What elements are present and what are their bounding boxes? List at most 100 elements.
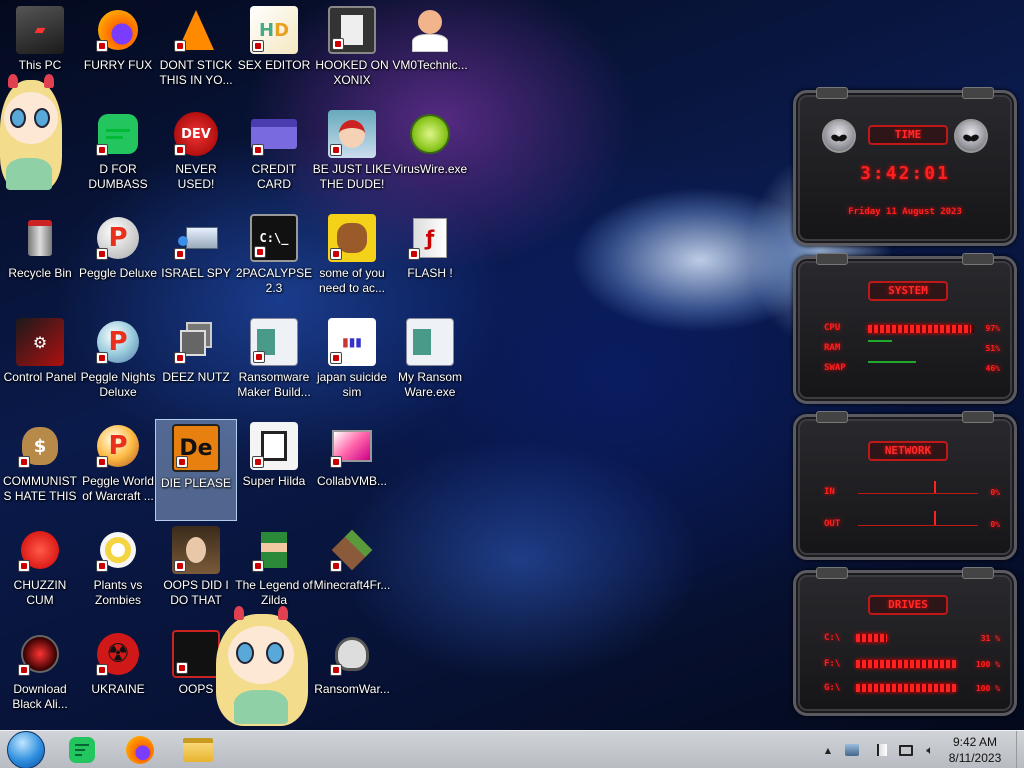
credit-card-icon [250,110,298,158]
drive-c-bar [856,634,956,642]
desktop-icon-download-black-alien[interactable]: Download Black Ali... [0,626,80,726]
money-bag-icon: $ [16,422,64,470]
desktop-icon-my-ransom-ware[interactable]: My Ransom Ware.exe [390,314,470,414]
desktop-icon-peggle-deluxe[interactable]: P Peggle Deluxe [78,210,158,310]
net-out-label: OUT [824,519,841,529]
drive-g-value: 100 % [975,684,1000,693]
desktop[interactable]: ▰ This PC Recycle Bin ⚙ Control Panel $ … [0,0,1024,730]
desktop-icon-2pacalypse[interactable]: C:\_ 2PACALYPSE 2.3 [234,210,314,310]
desktop-icon-d-for-dumbass[interactable]: D FOR DUMBASS [78,106,158,206]
hxd-editor-icon: HD [250,6,298,54]
desktop-icon-label: Control Panel [3,370,77,384]
action-center-flag-icon[interactable] [874,742,890,758]
desktop-icon-be-just-like-the-dude[interactable]: BE JUST LIKE THE DUDE! [312,106,392,206]
alien-head-icon [822,119,856,153]
start-button[interactable] [7,731,45,768]
desktop-icon-communists[interactable]: $ COMMUNISTS HATE THIS G... [0,418,80,518]
desktop-icon-japan-suicide-sim[interactable]: ▮ ▮▮ japan suicide sim [312,314,392,414]
alien-red-icon [16,630,64,678]
clock-date: 8/11/2023 [948,751,1002,765]
desktop-icon-israel-spy[interactable]: ISRAEL SPY [156,210,236,310]
desktop-icon-flash[interactable]: ƒ FLASH ! [390,210,470,310]
dog-icon [328,214,376,262]
firefox-icon [94,6,142,54]
network-panel-title: NETWORK [868,441,948,461]
show-desktop-button[interactable] [1016,731,1024,768]
net-out-graph [858,525,978,526]
desktop-icon-viruswire[interactable]: VirusWire.exe [390,106,470,206]
desktop-icon-collabvm[interactable]: CollabVMB... [312,418,392,518]
tray-overflow-chevron[interactable]: ▲ [820,742,836,758]
desktop-icon-label: Minecraft4Fr... [313,578,391,592]
stacked-windows-icon [172,318,220,366]
time-panel-title: TIME [868,125,948,145]
taskbar-file-explorer[interactable] [178,733,218,767]
desktop-icon-control-panel[interactable]: ⚙ Control Panel [0,314,80,414]
file-explorer-icon [183,738,213,762]
xonix-game-icon [328,6,376,54]
desktop-icon-label: Peggle Deluxe [78,266,158,280]
desktop-icon-label: My Ransom Ware.exe [397,370,462,399]
swap-graph [868,361,916,363]
desktop-icon-peggle-wow[interactable]: P Peggle World of Warcraft ... [78,418,158,518]
desktop-icon-peggle-nights[interactable]: P Peggle Nights Deluxe [78,314,158,414]
drive-g-bar [856,684,956,692]
firefox-icon [126,736,154,764]
terminal-icon: C:\_ [250,214,298,262]
drives-panel: DRIVES C:\ 31 % F:\ 100 % G:\ 100 % [793,567,1017,716]
cpu-bar-fill [868,325,971,333]
desktop-icon-credit-card-checker[interactable]: CREDIT CARD CHECKER [234,106,314,206]
desktop-icon-vm0technic[interactable]: VM0Technic... [390,2,470,102]
drive-f-value: 100 % [975,660,1000,669]
application-window-icon [250,318,298,366]
desktop-icon-die-please[interactable]: De DIE PLEASE [155,419,237,521]
desktop-icon-furry-fux[interactable]: FURRY FUX [78,2,158,102]
desktop-icon-ransomware-maker[interactable]: Ransomware Maker Build... [234,314,314,414]
desktop-icon-label: FURRY FUX [83,58,153,72]
desktop-icon-sex-editor[interactable]: HD SEX EDITOR [234,2,314,102]
desktop-icon-recycle-bin[interactable]: Recycle Bin [0,210,80,310]
desktop-icon-label: Peggle World of Warcraft ... [82,474,154,503]
time-date: Friday 11 August 2023 [848,207,962,217]
desktop-icon-never-used[interactable]: DEV NEVER USED! [156,106,236,206]
net-out-spike [934,511,936,525]
desktop-icon-label: japan suicide sim [316,370,388,399]
flower-plant-icon [94,526,142,574]
desktop-icon-deez-nutz[interactable]: DEEZ NUTZ [156,314,236,414]
desktop-icon-some-of-you[interactable]: some of you need to ac... [312,210,392,310]
cpu-value: 97% [985,324,1000,333]
desktop-icon-plants-vs-zombies[interactable]: Plants vs Zombies [78,522,158,622]
desktop-icon-label: CollabVMB... [316,474,388,488]
net-in-spike [934,481,936,493]
green-chat-icon [69,737,95,763]
taskbar-clock[interactable]: 9:42 AM 8/11/2023 [940,734,1010,766]
desktop-icon-label: DEEZ NUTZ [162,370,230,384]
network-status-icon[interactable] [898,742,914,758]
desktop-icon-chuzzin[interactable]: CHUZZIN CUM [0,522,80,622]
star-butterfly-sticker-bottom [210,600,314,728]
desktop-icon-label: NEVER USED! [175,162,217,191]
desktop-icon-ukraine[interactable]: ☢ UKRAINE [78,626,158,726]
star-butterfly-sticker-left [0,70,64,194]
volume-speaker-icon[interactable]: 🔈︎ [922,742,938,758]
taskbar-firefox[interactable] [120,733,160,767]
desktop-icon-ransomwar[interactable]: RansomWar... [312,626,392,726]
swap-value: 46% [985,364,1000,373]
clock-time: 9:42 AM [952,735,998,749]
desktop-icon-super-hilda[interactable]: Super Hilda [234,418,314,518]
desktop-icon-label: FLASH ! [407,266,453,280]
desktop-icon-dont-stick[interactable]: DONT STICK THIS IN YO... [156,2,236,102]
desktop-icon-label: DIE PLEASE [160,476,232,490]
desktop-icon-label: DONT STICK THIS IN YO... [159,58,233,87]
desktop-icon-minecraft[interactable]: Minecraft4Fr... [312,522,392,622]
network-panel: NETWORK IN 0% OUT 0% [793,411,1017,560]
santa-elf-icon [328,110,376,158]
ram-label: RAM [824,343,841,353]
lime-icon [406,110,454,158]
desktop-icon-hooked-on-xonix[interactable]: HOOKED ON XONIX [312,2,392,102]
taskbar-chat-app[interactable] [62,733,102,767]
net-in-value: 0% [990,488,1000,497]
tray-network-app-icon[interactable] [844,742,860,758]
monitor-app-icon [328,422,376,470]
drive-c-bar-fill [856,634,887,642]
